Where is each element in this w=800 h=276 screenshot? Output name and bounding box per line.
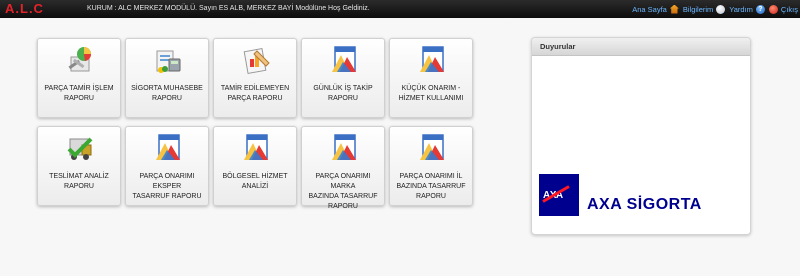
tile-parca-tamir-islem-raporu[interactable]: PARÇA TAMİR İŞLEM RAPORU — [37, 38, 121, 118]
logout-label: Çıkış — [780, 4, 798, 14]
tile-label: BÖLGESEL HİZMET ANALİZİ — [222, 173, 288, 190]
tile-label: PARÇA ONARIMI MARKA BAZINDA TASARRUF RAP… — [308, 173, 378, 210]
top-nav: Ana Sayfa Bilgilerim Yardım? Çıkış — [628, 0, 798, 18]
repair-report-icon — [68, 47, 92, 72]
tile-gunluk-is-takip-raporu[interactable]: GÜNLÜK İŞ TAKİP RAPORU — [301, 38, 385, 118]
chart-report-icon — [244, 134, 268, 160]
tile-parca-onarimi-eksper-tasarruf-raporu[interactable]: PARÇA ONARIMI EKSPER TASARRUF RAPORU — [125, 126, 209, 206]
help-label: Yardım — [729, 4, 753, 14]
tile-tamir-edilemeyen-parca-raporu[interactable]: TAMİR EDİLEMEYEN PARÇA RAPORU — [213, 38, 297, 118]
tile-parca-onarimi-il-bazinda-tasarruf-raporu[interactable]: PARÇA ONARIMI İL BAZINDA TASARRUF RAPORU — [389, 126, 473, 206]
tile-label: TESLİMAT ANALİZ RAPORU — [49, 173, 109, 190]
tile-teslimat-analiz-raporu[interactable]: TESLİMAT ANALİZ RAPORU — [37, 126, 121, 206]
user-info-icon — [716, 4, 726, 14]
announcements-title: Duyurular — [532, 38, 750, 56]
axa-brand-text: AXA SİGORTA — [587, 196, 702, 213]
chart-report-icon — [156, 134, 180, 160]
tile-label: TAMİR EDİLEMEYEN PARÇA RAPORU — [220, 85, 290, 102]
logout-icon — [768, 4, 778, 14]
tile-parca-onarimi-marka-bazinda-tasarruf-raporu[interactable]: PARÇA ONARIMI MARKA BAZINDA TASARRUF RAP… — [301, 126, 385, 210]
help-icon: ? — [755, 4, 765, 14]
tile-label: KÜÇÜK ONARIM - HİZMET KULLANIMI — [398, 85, 464, 102]
welcome-message: KURUM : ALC MERKEZ MODÜLÜ. Sayın ES ALB,… — [87, 5, 370, 12]
tile-bolgesel-hizmet-analizi[interactable]: BÖLGESEL HİZMET ANALİZİ — [213, 126, 297, 206]
home-label: Ana Sayfa — [632, 4, 667, 14]
tile-label: GÜNLÜK İŞ TAKİP RAPORU — [313, 85, 373, 102]
unrepairable-parts-icon — [243, 48, 270, 74]
top-bar: A.L.C KURUM : ALC MERKEZ MODÜLÜ. Sayın E… — [0, 0, 800, 18]
chart-report-icon — [420, 46, 444, 72]
chart-report-icon — [332, 46, 356, 72]
tile-kucuk-onarim-hizmet-kullanimi[interactable]: KÜÇÜK ONARIM - HİZMET KULLANIMI — [389, 38, 473, 118]
announcements-panel: Duyurular AXA AXA SİGORTA — [531, 37, 751, 235]
delivery-analysis-icon — [67, 137, 93, 160]
my-info-link[interactable]: Bilgilerim — [682, 4, 726, 14]
tile-label: PARÇA ONARIMI İL BAZINDA TASARRUF RAPORU — [396, 173, 466, 200]
tile-label: SİGORTA MUHASEBE RAPORU — [131, 85, 203, 102]
chart-report-icon — [332, 134, 356, 160]
home-link[interactable]: Ana Sayfa — [632, 4, 679, 14]
chart-report-icon — [420, 134, 444, 160]
tile-sigorta-muhasebe-raporu[interactable]: SİGORTA MUHASEBE RAPORU — [125, 38, 209, 118]
tile-label: PARÇA TAMİR İŞLEM RAPORU — [44, 85, 114, 102]
tile-label: PARÇA ONARIMI EKSPER TASARRUF RAPORU — [132, 173, 202, 200]
home-icon — [669, 4, 679, 14]
my-info-label: Bilgilerim — [682, 4, 714, 14]
app-logo: A.L.C — [5, 1, 44, 16]
help-link[interactable]: Yardım? — [729, 4, 765, 14]
axa-logo: AXA — [539, 174, 579, 216]
logout-link[interactable]: Çıkış — [768, 4, 798, 14]
insurance-accounting-icon — [156, 50, 181, 73]
